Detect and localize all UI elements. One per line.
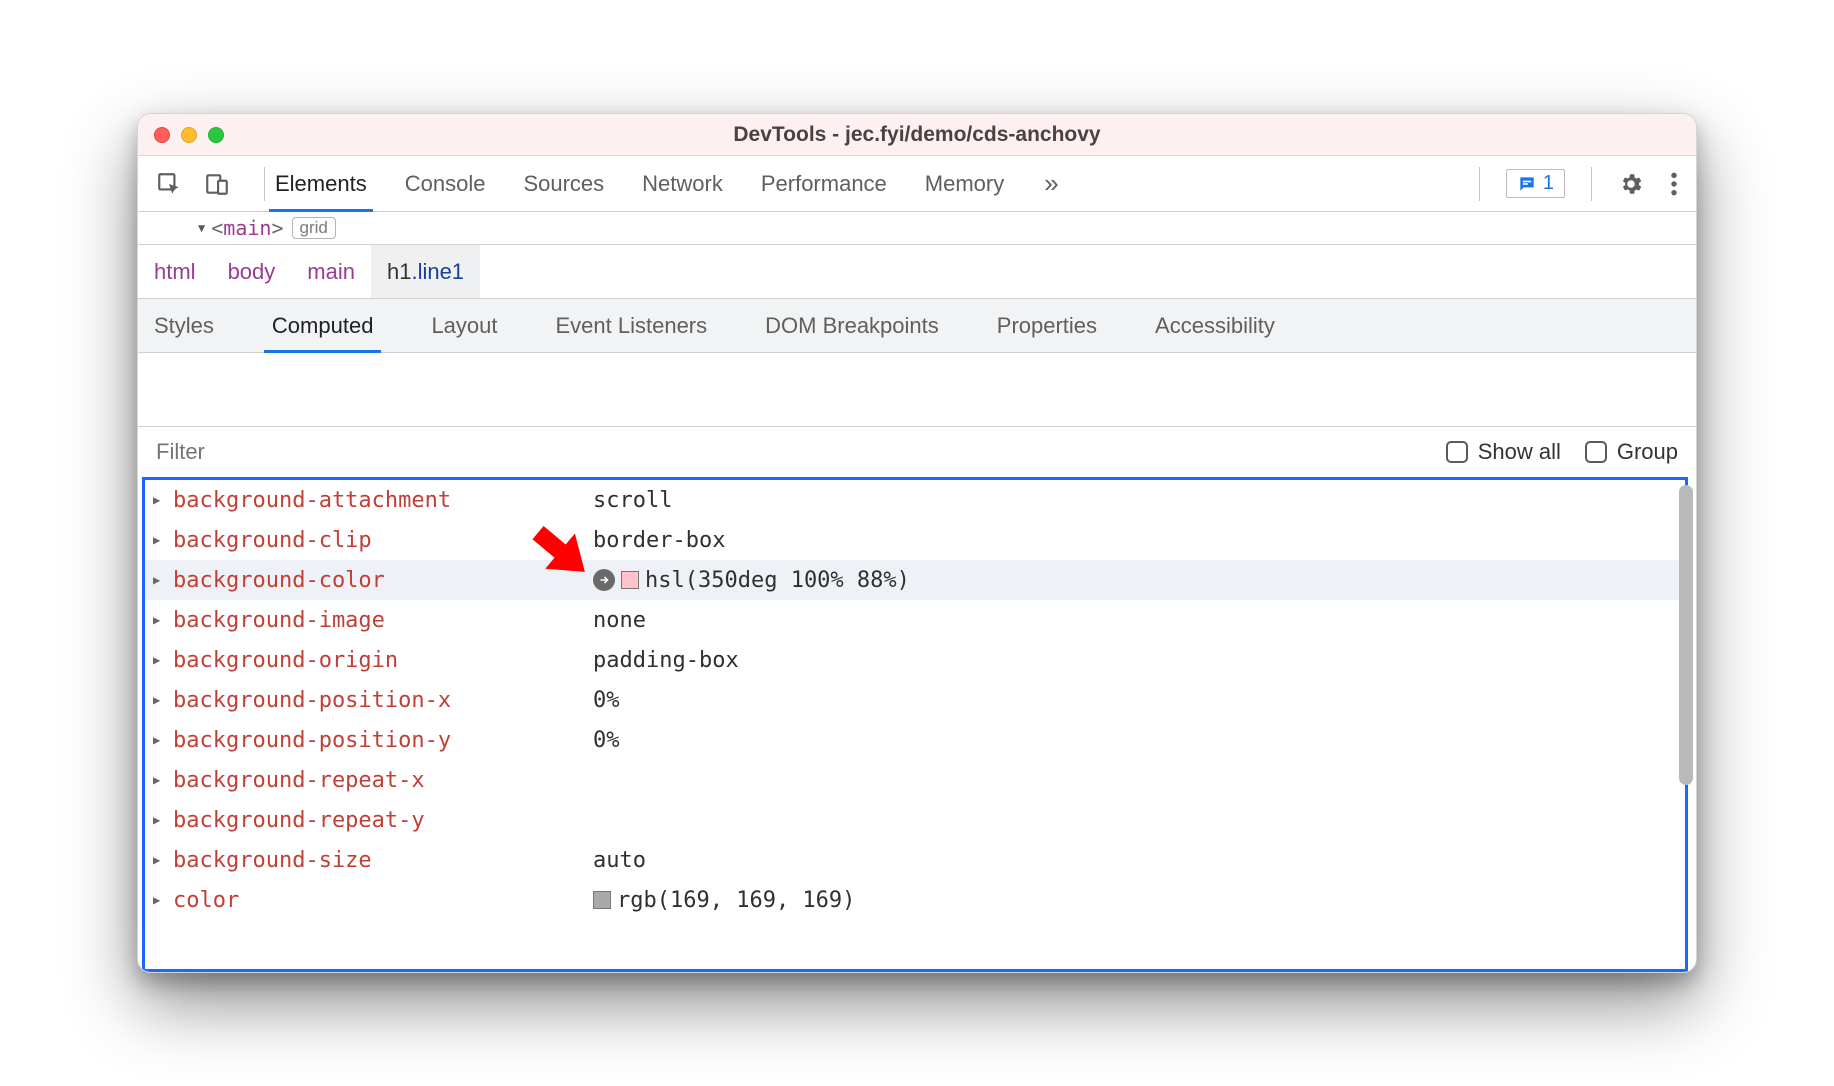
- property-name: background-position-y: [173, 728, 593, 753]
- property-row[interactable]: ▶ background-originpadding-box: [145, 640, 1685, 680]
- property-name: background-size: [173, 848, 593, 873]
- disclosure-triangle-icon[interactable]: ▶: [153, 773, 167, 787]
- tab-console[interactable]: Console: [405, 156, 486, 211]
- main-toolbar: Elements Console Sources Network Performance…: [138, 156, 1696, 212]
- scrollbar-thumb[interactable]: [1679, 485, 1693, 785]
- disclosure-triangle-icon[interactable]: ▶: [153, 493, 167, 507]
- chat-icon: [1517, 174, 1537, 194]
- disclosure-triangle-icon[interactable]: ▶: [153, 653, 167, 667]
- property-row[interactable]: ▶background-colorhsl(350deg 100% 88%): [145, 560, 1685, 600]
- computed-properties-list[interactable]: ▶background-attachmentscroll▶background-…: [142, 477, 1688, 972]
- close-window-icon[interactable]: [154, 127, 170, 143]
- property-row[interactable]: ▶ background-imagenone: [145, 600, 1685, 640]
- window-title: DevTools - jec.fyi/demo/cds-anchovy: [138, 123, 1696, 147]
- breadcrumb-selected[interactable]: h1.line1: [371, 245, 480, 298]
- filter-input[interactable]: [156, 439, 1422, 465]
- property-value: 0%: [593, 728, 620, 753]
- subtab-layout[interactable]: Layout: [419, 299, 509, 352]
- device-toolbar-icon[interactable]: [204, 171, 230, 197]
- property-row[interactable]: ▶ background-repeat-y: [145, 800, 1685, 840]
- disclosure-triangle-icon[interactable]: ▶: [153, 733, 167, 747]
- property-name: background-position-x: [173, 688, 593, 713]
- titlebar: DevTools - jec.fyi/demo/cds-anchovy: [138, 114, 1696, 156]
- property-row[interactable]: ▶ background-position-x0%: [145, 680, 1685, 720]
- show-all-label: Show all: [1478, 439, 1561, 465]
- disclosure-triangle-icon[interactable]: ▶: [153, 813, 167, 827]
- scrollbar[interactable]: [1674, 477, 1696, 972]
- subtab-dom-breakpoints[interactable]: DOM Breakpoints: [753, 299, 951, 352]
- dom-breadcrumbs: htmlbodymainh1.line1: [138, 245, 1696, 299]
- property-row[interactable]: ▶ background-sizeauto: [145, 840, 1685, 880]
- show-all-toggle[interactable]: Show all: [1446, 439, 1561, 465]
- zoom-window-icon[interactable]: [208, 127, 224, 143]
- styles-subtabs: Styles Computed Layout Event Listeners DOM B…: [138, 299, 1696, 353]
- filter-bar: Show all Group: [138, 427, 1696, 477]
- disclosure-triangle-icon[interactable]: ▶: [153, 893, 167, 907]
- property-value: border-box: [593, 528, 725, 553]
- issues-count: 1: [1543, 172, 1554, 195]
- minimize-window-icon[interactable]: [181, 127, 197, 143]
- subtab-styles[interactable]: Styles: [142, 299, 226, 352]
- property-row[interactable]: ▶ background-repeat-x: [145, 760, 1685, 800]
- property-row[interactable]: ▶ background-attachmentscroll: [145, 480, 1685, 520]
- disclosure-triangle-icon[interactable]: ▶: [153, 853, 167, 867]
- property-value: none: [593, 608, 646, 633]
- property-row[interactable]: ▶ color rgb(169, 169, 169): [145, 880, 1685, 920]
- disclosure-triangle-icon[interactable]: ▶: [153, 613, 167, 627]
- property-value: scroll: [593, 488, 672, 513]
- breadcrumb-html[interactable]: html: [138, 245, 212, 298]
- tab-memory[interactable]: Memory: [925, 156, 1004, 211]
- breadcrumb-body[interactable]: body: [212, 245, 292, 298]
- issues-badge[interactable]: 1: [1506, 169, 1565, 198]
- disclosure-triangle-icon[interactable]: ▶: [153, 693, 167, 707]
- property-name: color: [173, 888, 593, 913]
- disclosure-triangle-icon[interactable]: ▶: [153, 573, 167, 587]
- disclosure-triangle-icon[interactable]: ▶: [153, 533, 167, 547]
- computed-panel: ▶background-attachmentscroll▶background-…: [138, 477, 1696, 972]
- subtab-event-listeners[interactable]: Event Listeners: [544, 299, 720, 352]
- group-label: Group: [1617, 439, 1678, 465]
- property-name: background-repeat-y: [173, 808, 593, 833]
- kebab-menu-icon[interactable]: [1670, 171, 1678, 197]
- window-controls: [154, 127, 224, 143]
- dom-node-row[interactable]: ▼ <main> grid: [138, 212, 1696, 245]
- property-row[interactable]: ▶ background-position-y0%: [145, 720, 1685, 760]
- property-name: background-attachment: [173, 488, 593, 513]
- color-swatch-icon[interactable]: [621, 571, 639, 589]
- property-name: background-repeat-x: [173, 768, 593, 793]
- dom-tag: main: [223, 216, 271, 240]
- property-value: 0%: [593, 688, 620, 713]
- property-value: hsl(350deg 100% 88%): [645, 568, 910, 593]
- property-row[interactable]: ▶background-clipborder-box: [145, 520, 1685, 560]
- subtab-accessibility[interactable]: Accessibility: [1143, 299, 1287, 352]
- property-value: padding-box: [593, 648, 739, 673]
- color-swatch-icon[interactable]: [593, 891, 611, 909]
- tab-sources[interactable]: Sources: [523, 156, 604, 211]
- property-value: auto: [593, 848, 646, 873]
- tab-elements[interactable]: Elements: [275, 156, 367, 211]
- checkbox-icon: [1585, 441, 1607, 463]
- property-name: background-origin: [173, 648, 593, 673]
- grid-badge[interactable]: grid: [292, 217, 336, 239]
- property-value: rgb(169, 169, 169): [617, 888, 855, 913]
- tab-performance[interactable]: Performance: [761, 156, 887, 211]
- gear-icon[interactable]: [1618, 171, 1644, 197]
- divider: [264, 167, 265, 201]
- property-name: background-image: [173, 608, 593, 633]
- group-toggle[interactable]: Group: [1585, 439, 1678, 465]
- blank-band: [138, 353, 1696, 427]
- annotation-arrow-icon: [525, 514, 597, 586]
- subtab-computed[interactable]: Computed: [260, 299, 386, 352]
- devtools-window: DevTools - jec.fyi/demo/cds-anchovy Elem…: [137, 113, 1697, 973]
- divider: [1479, 167, 1480, 201]
- breadcrumb-main[interactable]: main: [291, 245, 371, 298]
- divider: [1591, 167, 1592, 201]
- more-tabs-button[interactable]: »: [1044, 168, 1058, 199]
- inspect-element-icon[interactable]: [156, 171, 182, 197]
- disclosure-triangle-icon[interactable]: ▼: [198, 221, 205, 235]
- checkbox-icon: [1446, 441, 1468, 463]
- subtab-properties[interactable]: Properties: [985, 299, 1109, 352]
- tab-network[interactable]: Network: [642, 156, 723, 211]
